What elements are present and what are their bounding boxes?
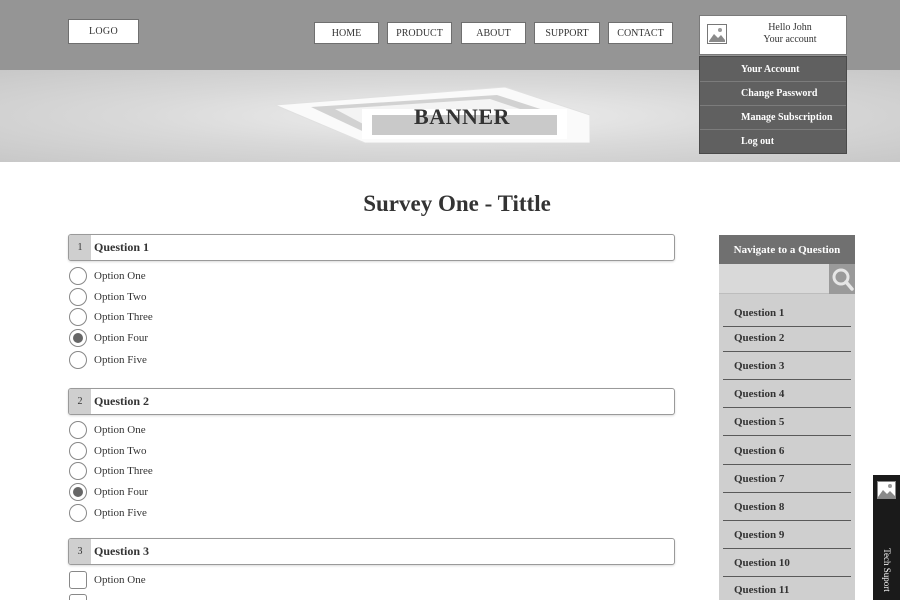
radio-button[interactable] [69,288,87,306]
radio-button[interactable] [69,462,87,480]
option-radio[interactable]: Option Three [69,308,269,328]
option-label: Option Five [94,354,147,366]
nav-about[interactable]: ABOUT [461,22,526,44]
navigator-heading: Navigate to a Question [719,235,855,264]
radio-button[interactable] [69,421,87,439]
navigator-search-input[interactable] [719,264,855,294]
radio-button[interactable] [69,308,87,326]
logo[interactable]: LOGO [68,19,139,44]
image-placeholder-icon [707,24,727,44]
question-title: Question 1 [94,240,150,254]
radio-button[interactable] [69,442,87,460]
question-header: 2 Question 2 [68,388,675,415]
option-radio[interactable]: Option Five [69,504,269,524]
question-title: Question 3 [94,544,150,558]
option-label: Option Four [94,332,149,344]
radio-button-selected[interactable] [69,483,87,501]
tech-support-tab[interactable]: Tech Suport [873,475,900,600]
option-radio[interactable]: Option Five [69,351,269,371]
navigator-item[interactable]: Question 1 [723,300,851,327]
radio-button[interactable] [69,267,87,285]
navigator-item[interactable]: Question 4 [723,381,851,408]
navigator-item[interactable]: Question 2 [723,325,851,352]
option-label: Option Five [94,507,147,519]
navigator-item[interactable]: Question 9 [723,522,851,549]
radio-button[interactable] [69,504,87,522]
question-title: Question 2 [94,394,150,408]
banner-text: BANNER [414,104,510,129]
radio-button-selected[interactable] [69,329,87,347]
question-number: 2 [69,389,91,414]
checkbox[interactable] [69,571,87,589]
search-button[interactable] [829,264,855,294]
option-radio[interactable]: Option Four [69,329,269,349]
navigator-item[interactable]: Question 3 [723,353,851,380]
option-label: Option Three [94,311,153,323]
option-checkbox[interactable]: Option One [69,571,269,591]
navigator-item[interactable]: Question 6 [723,438,851,465]
account-greeting: Hello John [768,22,812,33]
account-label: Your account [763,34,817,45]
menu-item-manage-subscription[interactable]: Manage Subscription [700,105,846,129]
option-label: Option Three [94,465,153,477]
navigator-item[interactable]: Question 7 [723,466,851,493]
radio-button[interactable] [69,351,87,369]
question-number: 1 [69,235,91,260]
option-label: Option One [94,424,146,436]
menu-item-change-password[interactable]: Change Password [700,81,846,105]
option-radio[interactable]: Option Two [69,288,269,308]
account-dropdown: Your Account Change Password Manage Subs… [699,56,847,154]
menu-item-log-out[interactable]: Log out [700,129,846,153]
question-number: 3 [69,539,91,564]
option-label: Option Four [94,486,149,498]
navigator-item[interactable]: Question 8 [723,494,851,521]
navigator-item[interactable]: Question 11 [723,576,851,600]
option-radio[interactable]: Option One [69,267,269,287]
account-info: Hello John Your account [740,22,840,46]
nav-product[interactable]: PRODUCT [387,22,452,44]
account-menu-button[interactable]: Hello John Your account [699,15,847,55]
image-placeholder-icon [877,481,896,499]
option-label: Option One [94,574,146,586]
option-radio[interactable]: Option Two [69,442,269,462]
option-radio[interactable]: Option One [69,421,269,441]
tech-support-label: Tech Suport [882,548,892,592]
nav-contact[interactable]: CONTACT [608,22,673,44]
option-radio[interactable]: Option Three [69,462,269,482]
option-label: Option Two [94,445,147,457]
navigator-item[interactable]: Question 10 [723,550,851,577]
option-radio[interactable]: Option Four [69,483,269,503]
nav-support[interactable]: SUPPORT [534,22,600,44]
question-header: 3 Question 3 [68,538,675,565]
question-header: 1 Question 1 [68,234,675,261]
menu-item-your-account[interactable]: Your Account [700,57,846,81]
navigator-item[interactable]: Question 5 [723,409,851,436]
search-icon [832,268,854,291]
checkbox[interactable] [69,594,87,600]
option-label: Option One [94,270,146,282]
question-navigator: Navigate to a Question Question 1 Questi… [719,235,855,600]
option-checkbox[interactable] [69,594,269,600]
option-label: Option Two [94,291,147,303]
nav-home[interactable]: HOME [314,22,379,44]
page-title: Survey One - Tittle [363,191,551,216]
